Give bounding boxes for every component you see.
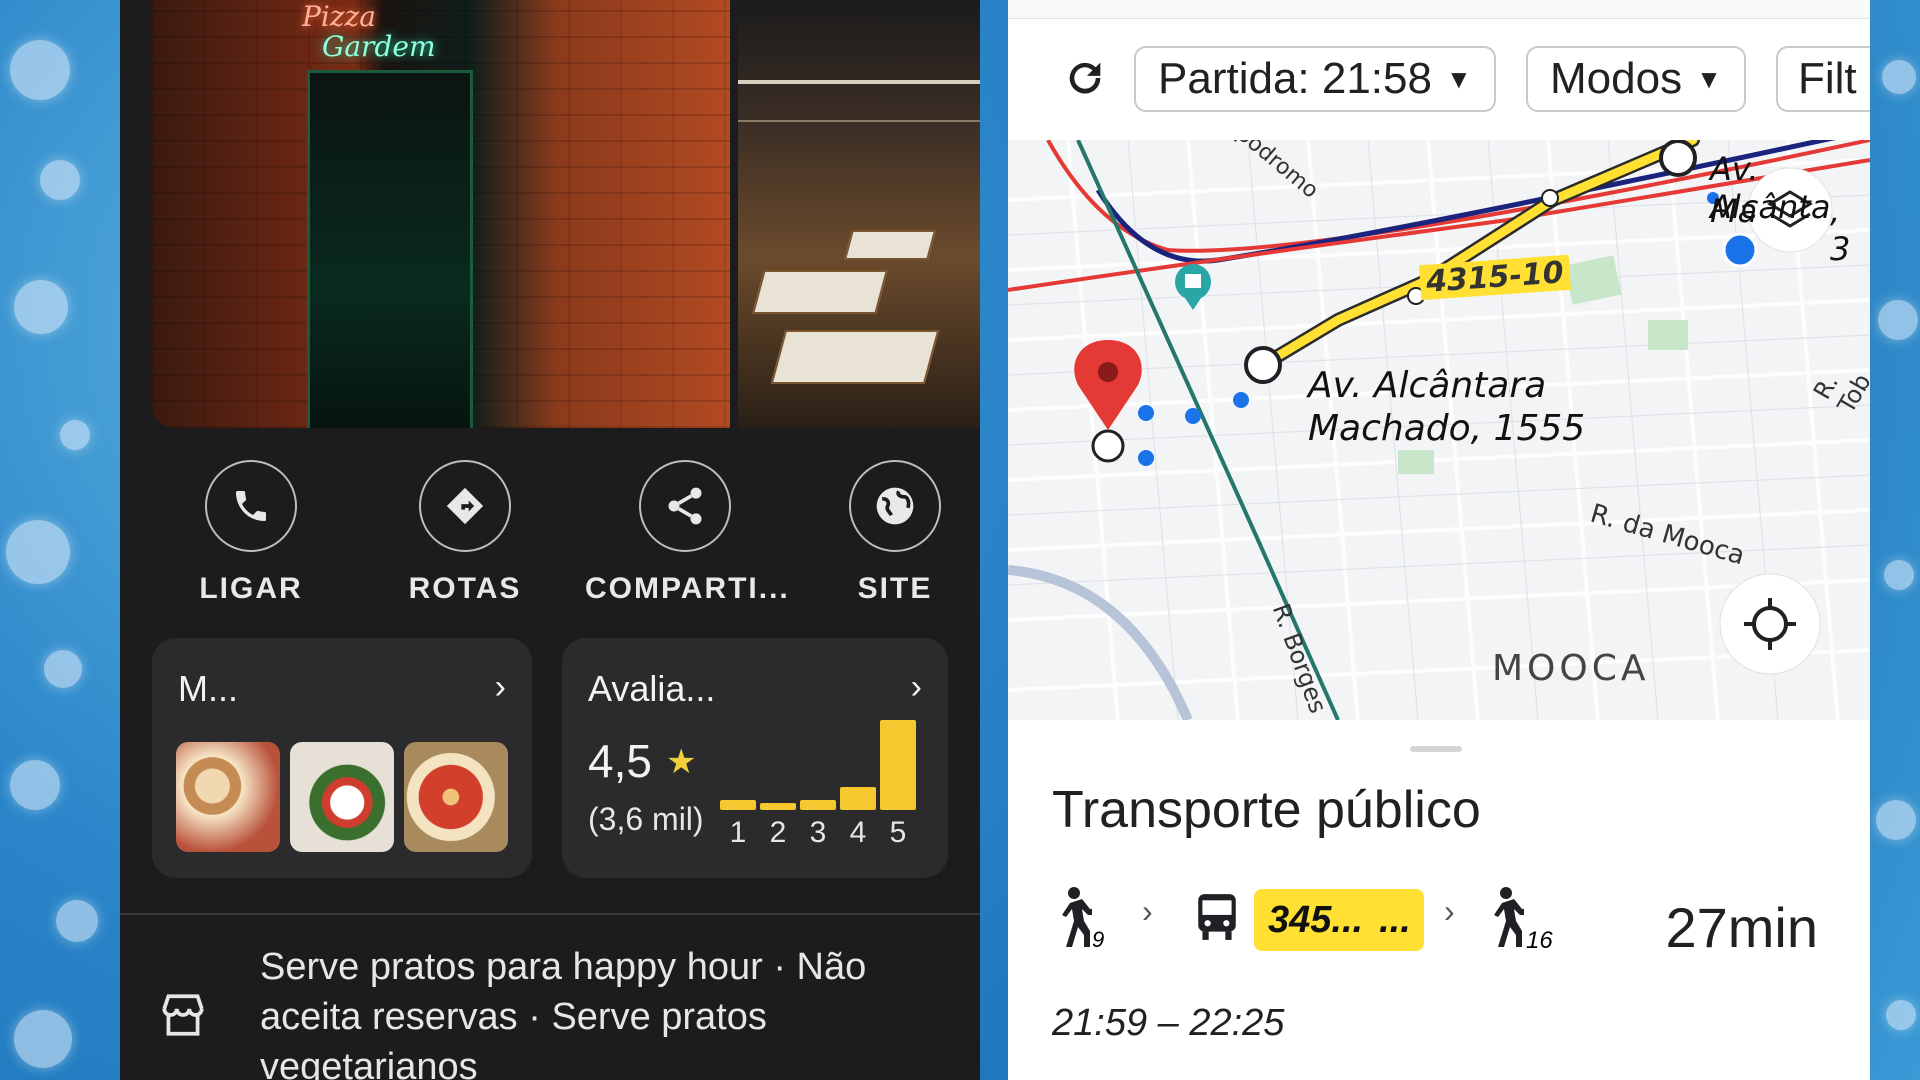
menu-card-title: M... — [178, 668, 238, 709]
trip-duration: 27min — [1665, 896, 1818, 959]
rating-bar-label: 5 — [889, 816, 907, 849]
place-description: Serve pratos para happy hour · Não aceit… — [260, 946, 867, 1080]
restaurant-photo-interior[interactable] — [738, 0, 980, 428]
walk-minutes-1: 9 — [1092, 927, 1105, 952]
sheet-drag-handle[interactable] — [1410, 746, 1462, 752]
neon-sign-top: Pizza — [302, 0, 376, 33]
walk-icon — [1494, 887, 1524, 947]
chevron-right-icon: › — [1142, 893, 1153, 929]
star-icon: ★ — [666, 743, 697, 781]
directions-button[interactable]: ROTAS — [370, 460, 560, 606]
website-button[interactable]: SITE — [800, 460, 980, 606]
chevron-right-icon: › — [910, 668, 922, 706]
trip-times: 21:59 – 22:25 — [1052, 1002, 1285, 1044]
website-label: SITE — [857, 572, 933, 605]
top-stop-label-line2: Ma — [1710, 192, 1758, 230]
call-label: LIGAR — [199, 572, 303, 605]
departure-time-chip[interactable]: Partida: 21:58 ▼ — [1134, 46, 1496, 112]
rating-bar-label: 3 — [809, 816, 827, 849]
bus-route-more: ... — [1379, 898, 1411, 941]
modes-label: Modos — [1550, 54, 1683, 103]
share-icon — [668, 487, 702, 525]
filters-label: Filt — [1798, 54, 1857, 103]
walk-icon — [1062, 887, 1092, 947]
rating-bar-5 — [880, 720, 916, 810]
menu-photo[interactable] — [290, 742, 394, 852]
bus-route-chip[interactable]: 345... ... — [1254, 889, 1424, 951]
departure-time-label: Partida: 21:58 — [1158, 54, 1432, 103]
action-buttons-row: LIGAR ROTAS COMPARTI... SITE — [120, 460, 980, 610]
caret-down-icon: ▼ — [1696, 63, 1722, 94]
store-icon — [162, 994, 204, 1036]
walk-minutes-2: 16 — [1526, 927, 1553, 954]
stop-label-line1: Av. Alcântara — [1308, 365, 1547, 406]
chevron-right-icon: › — [1444, 893, 1455, 929]
bus-icon — [1198, 894, 1236, 940]
call-button[interactable]: LIGAR — [156, 460, 346, 606]
globe-icon — [876, 487, 914, 525]
phone-icon — [236, 491, 266, 521]
rating-bar-label: 4 — [849, 816, 867, 849]
reviews-card[interactable]: Avalia... › 4,5 ★ (3,6 mil) 12345 — [562, 638, 948, 878]
filters-chip[interactable]: Filt — [1776, 46, 1870, 112]
rating-bar-2 — [760, 803, 796, 810]
share-label: COMPARTI... — [585, 572, 790, 605]
transit-map[interactable]: 4315-10 Av. Alcântara Machado, 1555 Av. … — [1008, 140, 1870, 720]
section-divider — [120, 913, 980, 915]
transit-title: Transporte público — [1052, 781, 1481, 839]
menu-photo[interactable] — [176, 742, 280, 852]
place-details-panel: Pizza Gardem LIGAR ROTAS COMPARTI... SIT… — [120, 0, 980, 1080]
stop-label-line2: Machado, 1555 — [1308, 408, 1586, 449]
menu-photo[interactable] — [404, 742, 508, 852]
directions-panel: Partida: 21:58 ▼ Modos ▼ Filt 4315-10 Av… — [1008, 0, 1870, 1080]
menu-card[interactable]: M... › — [152, 638, 532, 878]
rating-bar-3 — [800, 800, 836, 810]
rating-bar-4 — [840, 787, 876, 810]
refresh-icon[interactable] — [1062, 55, 1108, 101]
directions-icon — [446, 487, 484, 525]
reviews-card-title: Avalia... — [588, 668, 716, 709]
modes-chip[interactable]: Modos ▼ — [1526, 46, 1746, 112]
rating-bar-label: 2 — [769, 816, 787, 849]
top-bar — [1008, 0, 1870, 19]
review-count: (3,6 mil) — [588, 801, 704, 837]
bus-route-label: 345... — [1268, 898, 1364, 941]
chevron-right-icon: › — [494, 668, 506, 706]
rating-bar-label: 1 — [729, 816, 747, 849]
rating-bar-1 — [720, 800, 756, 810]
rating-value: 4,5 — [588, 735, 652, 787]
directions-label: ROTAS — [408, 572, 522, 605]
caret-down-icon: ▼ — [1445, 63, 1472, 94]
neighborhood-label: MOOCA — [1492, 648, 1650, 689]
restaurant-photo-entrance[interactable]: Pizza Gardem — [152, 0, 730, 428]
top-stop-label-suffix: , 3 — [1830, 192, 1851, 268]
share-button[interactable]: COMPARTI... — [585, 460, 790, 606]
neon-sign-bottom: Gardem — [322, 30, 436, 63]
